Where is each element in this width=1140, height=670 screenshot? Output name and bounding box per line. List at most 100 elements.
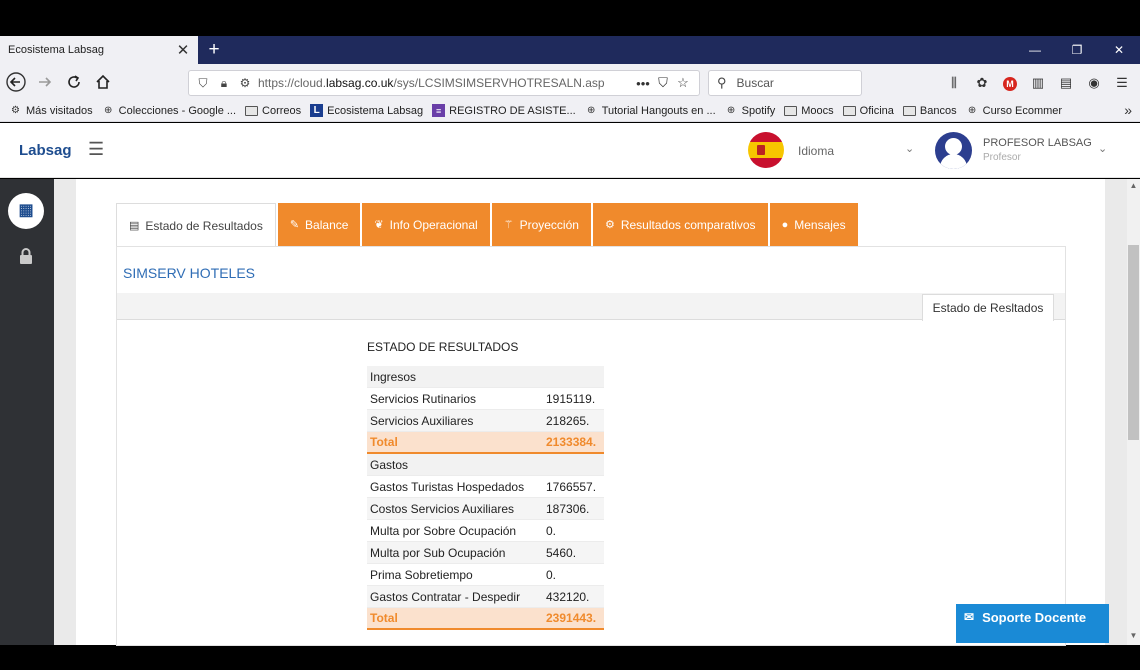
report-title: ESTADO DE RESULTADOS	[367, 340, 519, 354]
bookmark-registro[interactable]: ≡ REGISTRO DE ASISTE...	[432, 104, 576, 117]
bookmark-tutorial-hangouts[interactable]: ⊕ Tutorial Hangouts en ...	[585, 104, 716, 117]
bookmark-ecosistema-labsag[interactable]: L Ecosistema Labsag	[310, 104, 423, 117]
pocket-icon[interactable]: ⛉	[653, 75, 673, 91]
search-input[interactable]: ⚲ Buscar	[708, 70, 862, 96]
table-row: Ingresos	[367, 366, 604, 388]
table-row: Servicios Auxiliares 218265.	[367, 410, 604, 432]
total-row: Total 2133384.	[367, 432, 604, 454]
form-icon: ≡	[432, 104, 446, 117]
tab-estado-de-resultados[interactable]: ▤ Estado de Resultados	[116, 203, 276, 247]
url-bar[interactable]: ⛉ 🔒︎ ⚙ https://cloud.labsag.co.uk/sys/LC…	[188, 70, 700, 96]
search-placeholder: Buscar	[736, 76, 774, 90]
folder-icon	[842, 105, 856, 116]
company-name: SIMSERV HOTELES	[123, 265, 256, 281]
forward-icon[interactable]	[32, 69, 58, 95]
hamburger-menu-icon[interactable]: ☰	[88, 139, 104, 160]
bookmark-correos[interactable]: Correos	[245, 105, 301, 117]
document-icon: ▤	[129, 220, 140, 232]
tab-mensajes[interactable]: ● Mensajes	[769, 203, 858, 246]
browser-tab[interactable]: Ecosistema Labsag ✕	[0, 36, 198, 64]
report-tabs: ▤ Estado de Resultados ✎ Balance ❦ Info Ope…	[116, 203, 860, 247]
user-role: Profesor	[983, 152, 1021, 163]
brand-logo[interactable]: Labsag	[19, 142, 72, 159]
lock-icon[interactable]: 🔒︎	[216, 76, 232, 91]
folder-icon	[784, 105, 798, 116]
table-row: Gastos Contratar - Despedir 432120.	[367, 586, 604, 608]
reload-icon[interactable]	[61, 69, 87, 95]
chevron-double-right-icon[interactable]: »	[1124, 102, 1132, 118]
globe-icon: ⊕	[103, 105, 113, 116]
scroll-down-icon[interactable]: ▼	[1127, 631, 1140, 643]
browser-navbar: ⛉ 🔒︎ ⚙ https://cloud.labsag.co.uk/sys/LC…	[0, 64, 1140, 100]
bookmark-oficina[interactable]: Oficina	[842, 105, 894, 117]
income-statement-table: Ingresos Servicios Rutinarios 1915119. Se…	[367, 366, 604, 630]
menu-icon[interactable]: ☰	[1108, 71, 1136, 95]
app-header: Labsag ☰ Idioma ⌄ PROFESOR LABSAG Profes…	[0, 123, 1140, 178]
table-row: Gastos	[367, 454, 604, 476]
chat-icon: ●	[781, 218, 789, 231]
close-tab-icon[interactable]: ✕	[176, 41, 190, 59]
search-icon: ⚲	[717, 75, 727, 90]
subtab-estado-de-resultados[interactable]: Estado de Resltados	[922, 294, 1054, 321]
table-row: Gastos Turistas Hospedados 1766557.	[367, 476, 604, 498]
language-selector[interactable]: Idioma	[798, 144, 834, 158]
support-button[interactable]: ✉ Soporte Docente	[956, 604, 1109, 643]
table-row: Multa por Sobre Ocupación 0.	[367, 520, 604, 542]
mega-extension-icon[interactable]: M	[996, 71, 1024, 95]
reader-icon[interactable]: ▤	[1052, 71, 1080, 95]
mail-icon: ✉	[964, 610, 975, 624]
shield-icon[interactable]: ⛉	[195, 76, 211, 91]
table-row: Multa por Sub Ocupación 5460.	[367, 542, 604, 564]
support-label: Soporte Docente	[982, 610, 1087, 625]
labsag-icon: L	[310, 104, 324, 117]
folder-icon	[902, 105, 916, 116]
account-icon[interactable]: ◉	[1080, 71, 1108, 95]
tab-proyeccion[interactable]: ⚚ Proyección	[491, 203, 591, 246]
globe-icon: ⊕	[726, 105, 736, 116]
new-tab-button[interactable]: +	[203, 39, 225, 61]
bookmarks-bar: ⚙ Más visitados ⊕ Colecciones - Google ...…	[0, 100, 1140, 122]
lock-icon[interactable]	[17, 247, 35, 267]
apps-grid-icon[interactable]: ▦	[8, 193, 44, 229]
avatar[interactable]	[935, 132, 972, 169]
chevron-down-icon[interactable]: ⌄	[1098, 142, 1107, 155]
tab-balance[interactable]: ✎ Balance	[277, 203, 361, 246]
chevron-down-icon[interactable]: ⌄	[905, 142, 914, 155]
bookmark-colecciones[interactable]: ⊕ Colecciones - Google ...	[102, 104, 236, 117]
url-text[interactable]: https://cloud.labsag.co.uk/sys/LCSIMSIMS…	[258, 76, 633, 90]
tab-resultados-comparativos[interactable]: ⚙ Resultados comparativos	[592, 203, 768, 246]
bookmark-curso-ecommer[interactable]: ⊕ Curso Ecommer	[966, 104, 1062, 117]
folder-icon	[245, 105, 259, 116]
bookmark-mas-visitados[interactable]: ⚙ Más visitados	[9, 104, 93, 117]
minimize-icon[interactable]: —	[1014, 36, 1056, 64]
permissions-icon[interactable]: ⚙	[237, 76, 253, 90]
table-row: Servicios Rutinarios 1915119.	[367, 388, 604, 410]
user-name[interactable]: PROFESOR LABSAG	[983, 137, 1092, 149]
screen: Ecosistema Labsag ✕ + — ❐ ✕ ⛉ 🔒︎ ⚙ https…	[0, 0, 1140, 670]
browser-tab-title: Ecosistema Labsag	[8, 44, 104, 56]
back-icon[interactable]	[3, 69, 29, 95]
restore-icon[interactable]: ❐	[1056, 36, 1098, 64]
scrollbar-thumb[interactable]	[1128, 245, 1139, 440]
leaf-icon: ❦	[374, 219, 384, 231]
browser-tabbar: Ecosistema Labsag ✕ + — ❐ ✕	[0, 36, 1140, 64]
table-row: Costos Servicios Auxiliares 187306.	[367, 498, 604, 520]
more-actions-icon[interactable]: •••	[633, 76, 653, 91]
bookmark-star-icon[interactable]: ☆	[673, 75, 693, 91]
spain-flag-icon[interactable]	[748, 132, 784, 168]
extension-icon[interactable]: ✿	[968, 71, 996, 95]
bookmark-spotify[interactable]: ⊕ Spotify	[725, 104, 775, 117]
bookmark-moocs[interactable]: Moocs	[784, 105, 834, 117]
total-row: Total 2391443.	[367, 608, 604, 630]
home-icon[interactable]	[90, 69, 116, 95]
close-window-icon[interactable]: ✕	[1098, 36, 1140, 64]
scroll-up-icon[interactable]: ▲	[1127, 181, 1140, 193]
globe-icon: ⊕	[586, 105, 596, 116]
tab-info-operacional[interactable]: ❦ Info Operacional	[362, 203, 490, 246]
bookmark-bancos[interactable]: Bancos	[902, 105, 957, 117]
library-icon[interactable]: ⫼	[940, 71, 968, 95]
tag-icon: ✎	[289, 219, 300, 231]
window-controls: — ❐ ✕	[1014, 36, 1140, 64]
globe-icon: ⊕	[967, 105, 977, 116]
sidebar-toggle-icon[interactable]: ▥	[1024, 71, 1052, 95]
